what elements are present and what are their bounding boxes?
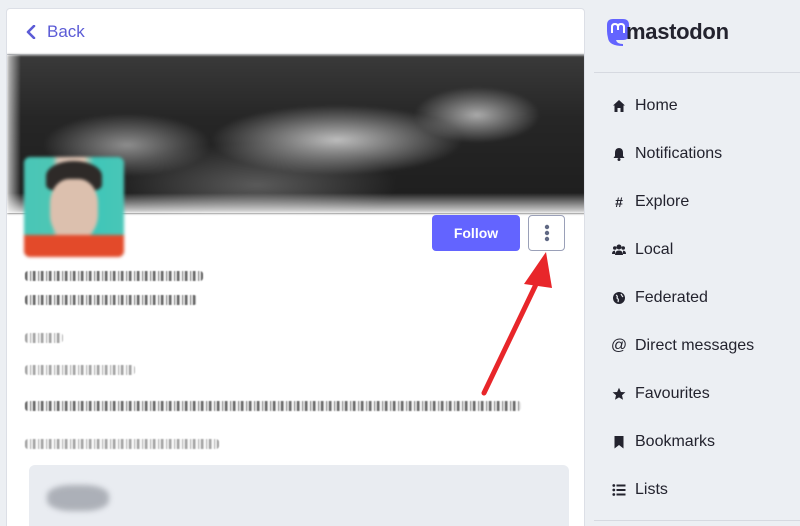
mastodon-logo[interactable]: mastodon [604,14,729,50]
navigation-panel: mastodon Home Notifications # Explore Lo… [594,0,800,526]
globe-icon [612,291,626,305]
nav-label: Direct messages [635,337,755,354]
avatar[interactable] [24,157,124,257]
nav-divider [594,72,800,73]
follow-button[interactable]: Follow [432,215,520,251]
bio-line-redacted [25,333,63,343]
at-icon: @ [610,337,628,354]
star-icon [612,387,626,401]
home-icon [612,99,626,113]
nav-list: Home Notifications # Explore Local Feder… [594,82,800,514]
nav-label: Bookmarks [635,433,716,450]
brand-name: mastodon [626,19,729,44]
vertical-ellipsis-icon [544,224,549,242]
username-redacted [25,295,197,305]
bell-icon [612,147,626,161]
nav-label: Lists [635,481,668,498]
hashtag-icon: # [615,194,623,210]
nav-label: Notifications [635,145,723,162]
nav-label: Favourites [635,385,710,402]
list-icon [612,483,626,497]
nav-bottom-divider [594,520,800,526]
featured-field-box [29,465,569,526]
nav-item-favourites[interactable]: Favourites [594,370,800,418]
nav-item-lists[interactable]: Lists [594,466,800,514]
back-button[interactable]: Back [7,9,584,55]
nav-item-bookmarks[interactable]: Bookmarks [594,418,800,466]
nav-item-notifications[interactable]: Notifications [594,130,800,178]
nav-item-explore[interactable]: # Explore [594,178,800,226]
users-icon [612,243,626,257]
profile-column: Back Follow [6,8,585,526]
bio-line-redacted [25,439,219,449]
page: Back Follow mastodon Home Notifications … [0,0,800,526]
nav-label: Home [635,97,678,114]
bio-line-redacted [25,365,135,375]
nav-item-local[interactable]: Local [594,226,800,274]
nav-label: Local [635,241,674,258]
back-label: Back [47,21,85,41]
nav-item-federated[interactable]: Federated [594,274,800,322]
nav-item-home[interactable]: Home [594,82,800,130]
chevron-left-icon [26,24,36,39]
nav-label: Federated [635,289,708,306]
nav-label: Explore [635,193,690,210]
bookmark-icon [612,435,626,449]
bio-line-redacted [25,401,521,411]
nav-item-direct-messages[interactable]: @ Direct messages [594,322,800,370]
more-options-button[interactable] [528,215,565,251]
display-name-redacted [25,271,203,281]
